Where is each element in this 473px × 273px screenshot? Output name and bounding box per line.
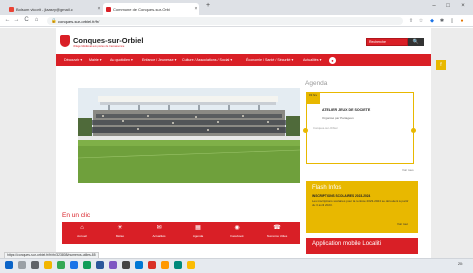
tab-gmail[interactable]: Bolsum vlcorit - jlaasry@gmail.c ×	[6, 3, 102, 15]
quick-link-actualites[interactable]: ✉ Actualités	[141, 224, 177, 238]
maps-app-icon[interactable]	[174, 261, 182, 269]
quick-link-accueil[interactable]: ⌂ Accueil	[64, 224, 100, 238]
quick-link-label: Numéros Utiles	[266, 234, 288, 238]
lock-icon: 🔒	[51, 18, 57, 23]
new-tab-button[interactable]: +	[202, 1, 214, 11]
phone-icon: ☎	[273, 225, 281, 231]
home-button[interactable]: ⌂	[32, 16, 41, 25]
nav-item-enfance[interactable]: Enfance / Jeunesse ▾	[142, 58, 176, 62]
spreadsheet-app-icon[interactable]	[83, 261, 91, 269]
mobile-app-title: Application mobile Localiti	[312, 241, 382, 247]
main-navigation: Découvrir ▾ Mairie ▾ Au quotidien ▾ Enfa…	[56, 54, 431, 66]
extensions-puzzle-icon[interactable]: ✱	[438, 17, 446, 25]
site-subtitle: Village Médiéval aux portes de Carcasson…	[73, 45, 125, 48]
gmail-icon	[9, 6, 14, 12]
browser-toolbar: ← → C ⌂ 🔒 conques-sur-orbiel.fr/fr/ ⇪ ☆ …	[0, 15, 473, 27]
notes-app-icon[interactable]	[187, 261, 195, 269]
tab-label: Bolsum vlcorit - jlaasry@gmail.c	[16, 6, 73, 12]
nav-item-au-quotidien[interactable]: Au quotidien ▾	[110, 58, 133, 62]
tab-label: Commune de Conques-sur-Orbi	[113, 6, 170, 12]
profile-avatar-icon[interactable]: ●	[458, 17, 466, 25]
share-icon[interactable]: ⇪	[407, 17, 415, 25]
flash-infos-body: Les inscriptions scolaires pour la rentr…	[312, 199, 409, 207]
search-input[interactable]: Recherche	[366, 38, 408, 46]
site-favicon-icon	[106, 6, 111, 12]
weather-sun-icon: ☀	[117, 225, 123, 231]
agenda-prev-button[interactable]	[303, 128, 308, 133]
stadium-illustration	[78, 88, 300, 183]
word-app-icon[interactable]	[96, 261, 104, 269]
forward-button[interactable]: →	[12, 16, 21, 25]
quick-links-heading: En un clic	[62, 212, 91, 219]
agenda-see-all-link[interactable]: Voir tous	[402, 168, 414, 172]
close-tab-icon[interactable]: ×	[193, 6, 199, 12]
hero-photo	[78, 88, 300, 183]
quick-link-label: Accueil	[77, 234, 87, 238]
flash-infos-headline[interactable]: INSCRIPTIONS SCOLAIRES 2023-2024	[312, 194, 370, 198]
nav-item-actualites[interactable]: Actualités ▾	[303, 58, 321, 62]
chrome-icon[interactable]	[57, 261, 65, 269]
minimize-button[interactable]: –	[428, 1, 440, 11]
calendar-icon: ▦	[195, 225, 201, 231]
photos-app-icon[interactable]	[161, 261, 169, 269]
taskbar-clock[interactable]: 20:	[458, 262, 463, 266]
teams-app-icon[interactable]	[109, 261, 117, 269]
facebook-side-button[interactable]: f	[436, 60, 446, 70]
nav-item-culture[interactable]: Culture / Associations / Social ▾	[182, 58, 232, 62]
store-app-icon[interactable]	[135, 261, 143, 269]
sidebar-icon[interactable]: ▯	[448, 17, 456, 25]
settings-app-icon[interactable]	[122, 261, 130, 269]
extension-icon[interactable]: ◆	[428, 17, 436, 25]
address-bar[interactable]: 🔒 conques-sur-orbiel.fr/fr/	[47, 17, 403, 25]
nav-badge[interactable]: ●	[329, 56, 336, 64]
flash-infos-see-all-link[interactable]: Voir tout	[397, 222, 408, 226]
quick-link-label: Actualités	[152, 234, 166, 238]
agenda-organizer: Organisé par Partageux	[322, 116, 354, 120]
nav-item-decouvrir[interactable]: Découvrir ▾	[64, 58, 82, 62]
quick-link-label: Facebook	[230, 234, 244, 238]
quick-link-label: Agenda	[192, 234, 204, 238]
back-button[interactable]: ←	[3, 16, 12, 25]
search-taskbar-icon[interactable]	[18, 261, 26, 269]
quick-link-facebook[interactable]: ◉ Facebook	[219, 224, 255, 238]
news-envelope-icon: ✉	[156, 225, 162, 231]
town-logo-icon[interactable]	[60, 35, 70, 47]
close-tab-icon[interactable]: ×	[96, 6, 102, 12]
tab-commune[interactable]: Commune de Conques-sur-Orbi ×	[103, 3, 199, 15]
facebook-icon: ◉	[234, 225, 240, 231]
agenda-date-badge: 03 fév	[306, 92, 320, 104]
maximize-button[interactable]: □	[442, 1, 454, 11]
start-menu-icon[interactable]	[5, 261, 13, 269]
quick-link-numeros-utiles[interactable]: ☎ Numéros Utiles	[259, 224, 295, 238]
quick-link-label: Météo	[115, 234, 125, 238]
search-button[interactable]: 🔍	[408, 38, 424, 46]
nav-item-mairie[interactable]: Mairie ▾	[89, 58, 102, 62]
home-icon: ⌂	[80, 225, 84, 231]
quick-link-meteo[interactable]: ☀ Météo	[102, 224, 138, 238]
task-view-icon[interactable]	[31, 261, 39, 269]
reload-button[interactable]: C	[22, 16, 31, 25]
flash-infos-heading: Flash Infos	[312, 185, 342, 191]
agenda-next-button[interactable]	[411, 128, 416, 133]
mail-app-icon[interactable]	[148, 261, 156, 269]
nav-item-economie[interactable]: Économie / Santé / Sécurité ▾	[246, 58, 293, 62]
edge-icon[interactable]	[70, 261, 78, 269]
file-explorer-icon[interactable]	[44, 261, 52, 269]
browser-tab-strip: Bolsum vlcorit - jlaasry@gmail.c × Commu…	[0, 0, 473, 15]
agenda-event-title[interactable]: ATELIER JEUX DE SOCIETE	[322, 108, 370, 112]
quick-link-agenda[interactable]: ▦ Agenda	[180, 224, 216, 238]
close-window-button[interactable]: ×	[457, 1, 469, 11]
bookmark-star-icon[interactable]: ☆	[417, 17, 425, 25]
site-title[interactable]: Conques-sur-Orbiel	[73, 36, 143, 45]
agenda-heading: Agenda	[305, 80, 328, 87]
agenda-location: Conques-sur-Orbiel	[313, 126, 338, 130]
address-url[interactable]: conques-sur-orbiel.fr/fr/	[58, 19, 99, 24]
